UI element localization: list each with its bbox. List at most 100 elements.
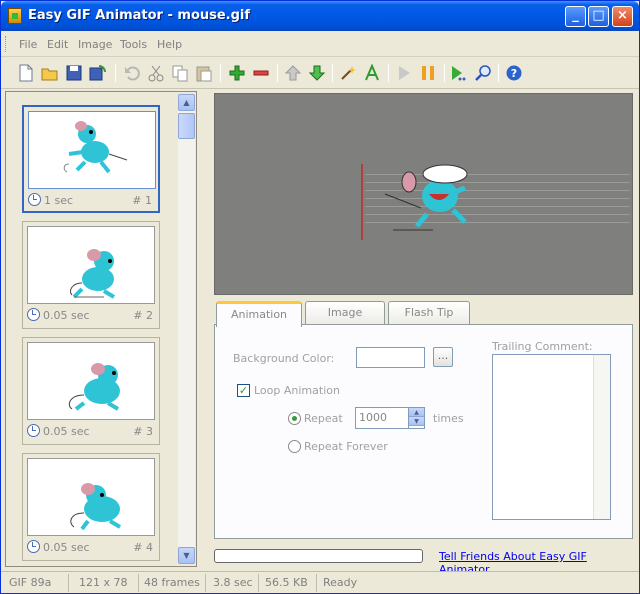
mouse-image (68, 363, 120, 411)
frames-panel: 1 sec # 1 0.05 sec # 2 0.05 sec # 3 0.05… (5, 91, 197, 567)
scroll-down-button[interactable]: ▼ (178, 547, 195, 564)
scroll-up-button[interactable]: ▲ (178, 94, 195, 111)
menu-file[interactable]: File (19, 38, 37, 51)
menu-help[interactable]: Help (157, 38, 182, 51)
times-label: times (433, 412, 464, 425)
mouse-image (63, 121, 128, 174)
repeat-spinner[interactable]: ▲ ▼ (408, 408, 424, 428)
menu-grip (5, 36, 8, 52)
tab-animation[interactable]: Animation (216, 301, 302, 327)
browse-color-button[interactable]: ... (433, 347, 453, 367)
repeat-count-field[interactable]: 1000 ▲ ▼ (355, 407, 425, 429)
toolbar-separator (220, 64, 221, 82)
save-icon[interactable] (65, 64, 83, 82)
play-icon[interactable] (395, 64, 413, 82)
maximize-button[interactable]: □ (588, 6, 609, 27)
preview-mouse-image (361, 164, 630, 240)
frame-delay: 0.05 sec (43, 309, 90, 322)
app-icon (8, 8, 22, 24)
toolbar-separator (498, 64, 499, 82)
background-color-label: Background Color: (233, 352, 335, 365)
pause-icon[interactable] (419, 64, 437, 82)
copy-icon[interactable] (171, 64, 189, 82)
frame-item-4[interactable]: 0.05 sec # 4 (22, 453, 160, 561)
loop-animation-label: Loop Animation (254, 384, 340, 397)
scroll-thumb[interactable] (178, 113, 195, 139)
help-icon[interactable]: ? (505, 64, 523, 82)
clock-icon (27, 424, 40, 437)
trailing-comment-textarea[interactable] (492, 354, 611, 520)
repeat-forever-label: Repeat Forever (304, 440, 388, 453)
svg-text:?: ? (511, 67, 517, 80)
text-tool-icon[interactable] (363, 64, 381, 82)
frame-item-3[interactable]: 0.05 sec # 3 (22, 337, 160, 445)
move-up-icon[interactable] (284, 64, 302, 82)
paste-icon[interactable] (195, 64, 213, 82)
status-message: Ready (323, 576, 358, 589)
frame-thumbnail (27, 342, 155, 420)
frame-number: # 2 (133, 309, 153, 322)
mouse-image (69, 249, 116, 299)
tab-image[interactable]: Image (305, 301, 385, 325)
frames-scrollbar[interactable]: ▲ ▼ (178, 94, 195, 564)
status-file-size: 56.5 KB (261, 574, 317, 592)
frame-thumbnail (28, 111, 156, 189)
menu-image[interactable]: Image (78, 38, 112, 51)
frame-number: # 3 (133, 425, 153, 438)
status-duration: 3.8 sec (209, 574, 259, 592)
frame-item-2[interactable]: 0.05 sec # 2 (22, 221, 160, 329)
add-frame-icon[interactable] (228, 64, 246, 82)
clock-icon (27, 540, 40, 553)
frame-delay: 1 sec (44, 194, 74, 207)
mouse-image (70, 483, 122, 531)
trailing-comment-label: Trailing Comment: (492, 340, 593, 353)
frame-item-1[interactable]: 1 sec # 1 (22, 105, 160, 213)
wizard-wand-icon[interactable] (339, 64, 357, 82)
toolbar-separator (444, 64, 445, 82)
new-file-icon[interactable] (17, 64, 35, 82)
title-bar[interactable]: Easy GIF Animator - mouse.gif _ □ × (1, 1, 639, 31)
toolbar-separator (388, 64, 389, 82)
preview-play-icon[interactable] (450, 64, 468, 82)
toolbar-separator (115, 64, 116, 82)
close-button[interactable]: × (612, 6, 633, 27)
progress-bar (214, 549, 423, 563)
tab-flash-tip[interactable]: Flash Tip (388, 301, 470, 325)
clock-icon (28, 193, 41, 206)
open-folder-icon[interactable] (41, 64, 59, 82)
clock-icon (27, 308, 40, 321)
menu-edit[interactable]: Edit (47, 38, 68, 51)
frame-number: # 1 (132, 194, 152, 207)
frame-thumbnail (27, 458, 155, 536)
repeat-count-value: 1000 (359, 411, 387, 424)
repeat-label: Repeat (304, 412, 343, 425)
repeat-forever-radio[interactable] (288, 440, 301, 453)
loop-animation-checkbox[interactable]: ✓ (237, 384, 250, 397)
status-dimensions: 121 x 78 (75, 574, 139, 592)
frame-delay: 0.05 sec (43, 425, 90, 438)
move-down-icon[interactable] (308, 64, 326, 82)
frame-delay: 0.05 sec (43, 541, 90, 554)
app-window: Easy GIF Animator - mouse.gif _ □ × File… (0, 0, 640, 594)
status-frame-count: 48 frames (140, 574, 206, 592)
zoom-icon[interactable] (474, 64, 492, 82)
menu-tools[interactable]: Tools (120, 38, 147, 51)
comment-scrollbar[interactable] (593, 355, 610, 519)
repeat-radio[interactable] (288, 412, 301, 425)
toolbar: ? (1, 57, 639, 89)
background-color-field[interactable] (356, 347, 425, 368)
window-title: Easy GIF Animator - mouse.gif (28, 8, 251, 23)
cut-icon[interactable] (147, 64, 165, 82)
delete-frame-icon[interactable] (252, 64, 270, 82)
spin-up-icon[interactable]: ▲ (409, 408, 424, 417)
status-bar: GIF 89a 121 x 78 48 frames 3.8 sec 56.5 … (1, 571, 639, 593)
status-format: GIF 89a (5, 574, 69, 592)
frame-number: # 4 (133, 541, 153, 554)
frame-thumbnail (27, 226, 155, 304)
save-all-icon[interactable] (89, 64, 107, 82)
menu-bar: File Edit Image Tools Help (1, 31, 639, 57)
spin-down-icon[interactable]: ▼ (409, 417, 424, 426)
animation-preview (214, 93, 633, 295)
undo-icon[interactable] (123, 64, 141, 82)
minimize-button[interactable]: _ (565, 6, 586, 27)
